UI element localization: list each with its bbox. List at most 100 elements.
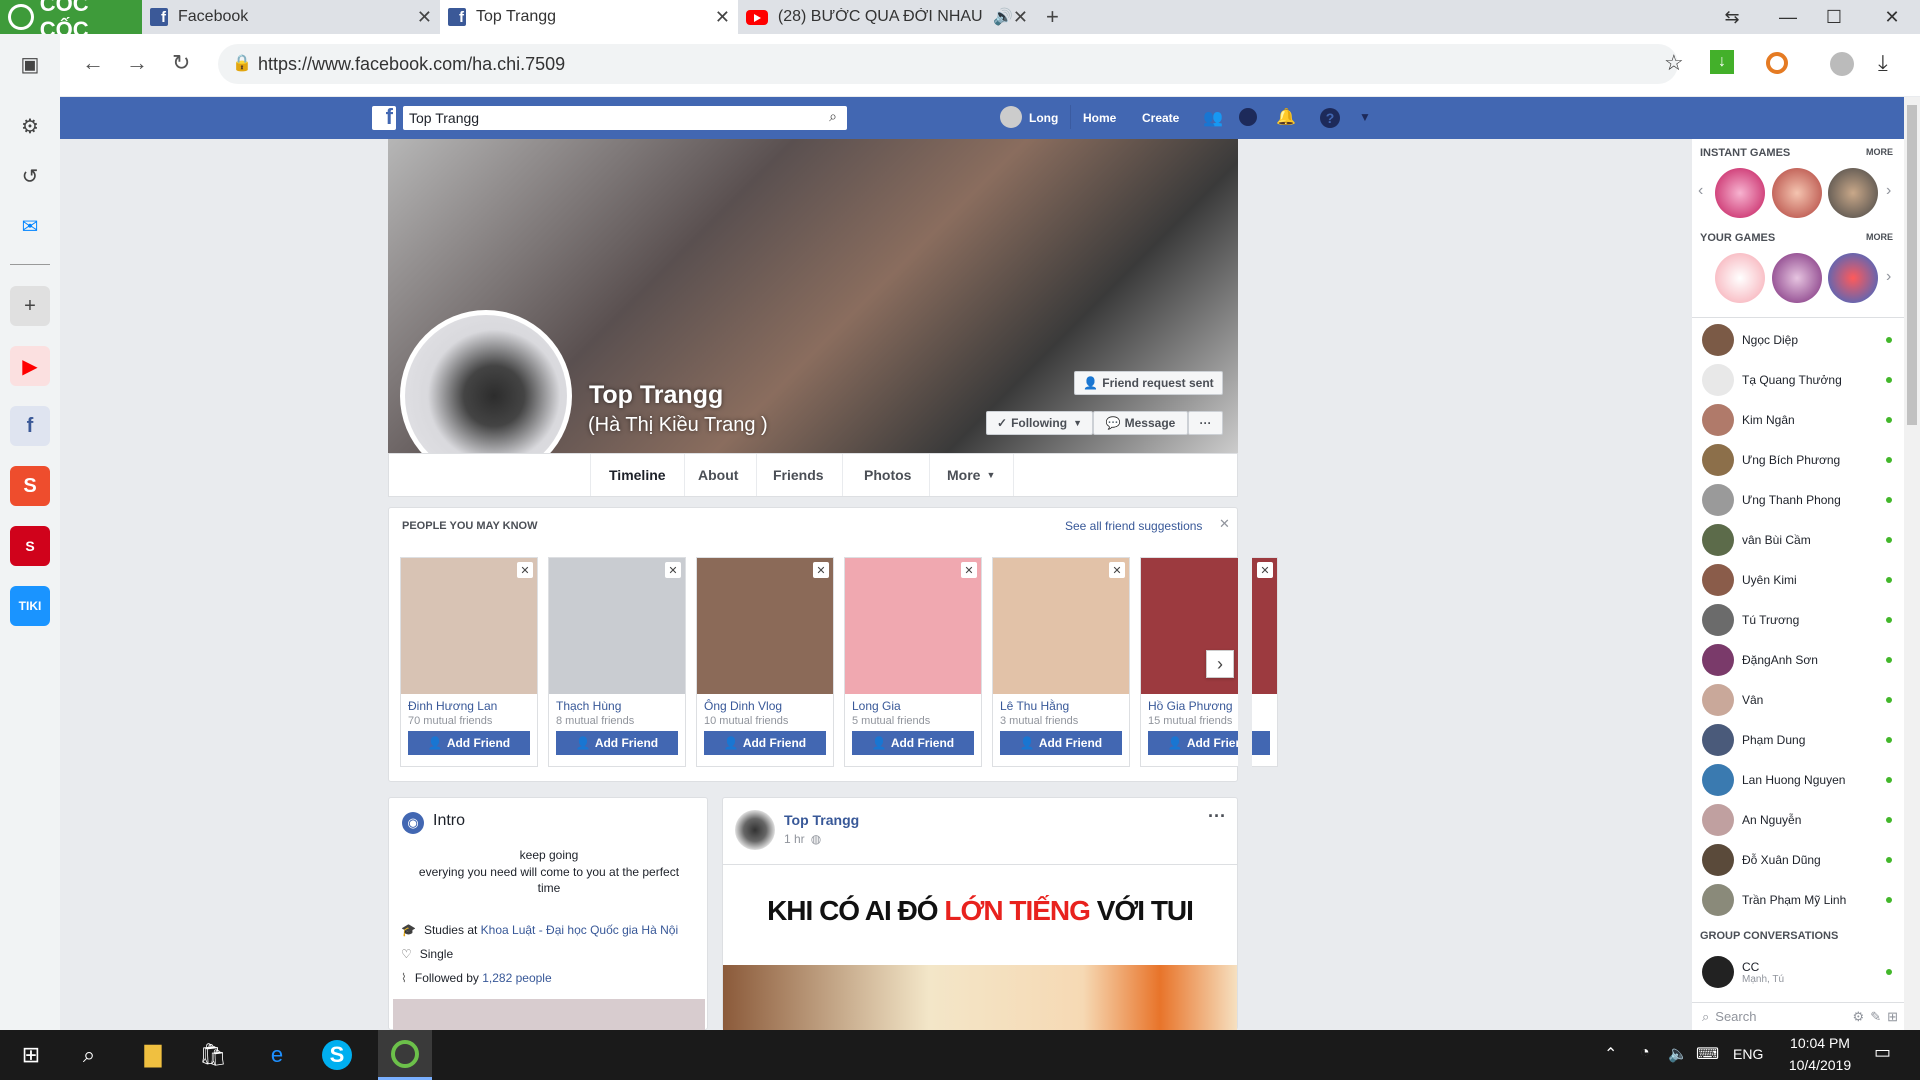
suggestion-name[interactable]: Ông Dinh Vlog [697, 694, 833, 713]
scrollbar-thumb[interactable] [1907, 105, 1917, 425]
friend-requests-icon[interactable]: 👥 [1203, 108, 1223, 128]
intro-photo[interactable] [393, 999, 705, 1031]
see-all-suggestions-link[interactable]: See all friend suggestions [1065, 519, 1202, 533]
facebook-logo-icon[interactable]: f [372, 104, 396, 130]
suggestion-photo[interactable] [549, 558, 685, 694]
post-author-name[interactable]: Top Trangg [784, 812, 859, 828]
coccoc-extension-icon[interactable] [1766, 52, 1788, 74]
instant-game-1[interactable] [1715, 168, 1765, 218]
contact-item[interactable]: Vân [1702, 684, 1892, 716]
following-button[interactable]: ✓ Following ▼ [986, 411, 1093, 435]
contact-item[interactable]: Uyên Kimi [1702, 564, 1892, 596]
add-friend-button[interactable]: 👤 Add Friend [852, 731, 974, 755]
settings-icon[interactable]: ⚙ [10, 106, 50, 146]
gear-icon[interactable]: ⚙ [1853, 1009, 1865, 1025]
close-icon[interactable]: ✕ [961, 562, 977, 578]
mutual-friends[interactable]: 3 mutual friends [993, 713, 1129, 727]
add-friend-button[interactable]: 👤 Add Friend [704, 731, 826, 755]
suggestion-photo[interactable] [697, 558, 833, 694]
instant-game-2[interactable] [1772, 168, 1822, 218]
tray-chevron-icon[interactable]: ⌃ [1604, 1044, 1617, 1064]
coccoc-brand[interactable]: CỐC CỐC [0, 0, 142, 42]
messenger-icon[interactable]: ✉ [10, 206, 50, 246]
close-icon[interactable]: ✕ [813, 562, 829, 578]
followers-link[interactable]: 1,282 people [482, 971, 551, 985]
skype-icon[interactable]: S [322, 1040, 352, 1070]
friend-request-sent-button[interactable]: 👤 Friend request sent [1074, 371, 1223, 395]
mutual-friends[interactable]: 5 mutual friends [845, 713, 981, 727]
add-friend-button[interactable]: 👤 Add Friend [556, 731, 678, 755]
mutual-friends[interactable]: 70 mutual friends [401, 713, 537, 727]
close-icon[interactable]: ✕ [517, 562, 533, 578]
chevron-right-icon[interactable]: › [1886, 268, 1891, 286]
search-icon[interactable]: ⌕ [829, 108, 837, 125]
facebook-search-input[interactable]: Top Trangg ⌕ [403, 106, 847, 130]
youtube-shortcut-icon[interactable]: ▶ [10, 346, 50, 386]
post-options-icon[interactable]: ··· [1208, 806, 1226, 827]
contact-item[interactable]: Ưng Thanh Phong [1702, 484, 1892, 516]
tab-friends[interactable]: Friends [755, 454, 843, 496]
contact-item[interactable]: Lan Huong Nguyen [1702, 764, 1892, 796]
mutual-friends[interactable]: 10 mutual friends [697, 713, 833, 727]
suggestion-photo[interactable] [993, 558, 1129, 694]
download-extension-icon[interactable]: ↓ [1710, 50, 1734, 74]
ime-icon[interactable]: ⌨ [1696, 1044, 1719, 1064]
user-avatar[interactable] [1000, 106, 1022, 128]
user-name-link[interactable]: Long [1029, 111, 1058, 125]
your-game-1[interactable] [1715, 253, 1765, 303]
contact-item[interactable]: Tạ Quang Thưởng [1702, 364, 1892, 396]
contact-item[interactable]: Kim Ngân [1702, 404, 1892, 436]
suggestion-name[interactable]: Long Gia [845, 694, 981, 713]
contact-item[interactable]: Ưng Bích Phương [1702, 444, 1892, 476]
suggestion-photo[interactable] [845, 558, 981, 694]
school-link[interactable]: Khoa Luật - Đại học Quốc gia Hà Nội [481, 923, 678, 937]
notifications-icon[interactable]: ▭ [1874, 1042, 1891, 1063]
suggestion-name[interactable]: Thạch Hùng [549, 694, 685, 713]
help-icon[interactable]: ? [1320, 108, 1340, 128]
instant-game-3[interactable] [1828, 168, 1878, 218]
page-scrollbar[interactable] [1904, 97, 1920, 1030]
close-tab-icon[interactable]: ✕ [715, 7, 730, 28]
next-suggestions-icon[interactable]: › [1206, 650, 1234, 678]
coccoc-taskbar-item[interactable] [378, 1030, 432, 1080]
contact-item[interactable]: Phạm Dung [1702, 724, 1892, 756]
more-options-button[interactable]: ··· [1188, 411, 1223, 435]
address-bar[interactable]: 🔒 https://www.facebook.com/ha.chi.7509 [218, 44, 1678, 84]
chat-search-input[interactable]: ⌕ Search ⚙ ✎ ⊞ [1692, 1002, 1904, 1030]
new-message-icon[interactable]: ✎ [1870, 1009, 1881, 1025]
tab-timeline[interactable]: Timeline [590, 454, 685, 496]
tiki-shortcut-icon[interactable]: TIKI [10, 586, 50, 626]
forward-icon[interactable]: → [126, 50, 148, 76]
new-tab-icon[interactable]: + [1046, 4, 1059, 30]
chevron-left-icon[interactable]: ‹ [1698, 182, 1703, 200]
create-link[interactable]: Create [1142, 111, 1179, 125]
tab-photos[interactable]: Photos [846, 454, 931, 496]
messenger-icon[interactable] [1239, 108, 1257, 126]
group-conversation-item[interactable]: CC Mạnh, Tú [1702, 956, 1892, 988]
store-icon[interactable]: 🛍 [196, 1038, 230, 1072]
language-indicator[interactable]: ENG [1733, 1046, 1763, 1062]
account-menu-icon[interactable]: ▼ [1359, 110, 1371, 124]
contact-item[interactable]: Trần Phạm Mỹ Linh [1702, 884, 1892, 916]
tab-about[interactable]: About [680, 454, 758, 496]
contact-item[interactable]: ĐặngAnh Sơn [1702, 644, 1892, 676]
chevron-right-icon[interactable]: › [1886, 182, 1891, 200]
contact-item[interactable]: Tú Trương [1702, 604, 1892, 636]
clock-time[interactable]: 10:04 PM [1770, 1035, 1870, 1051]
edge-icon[interactable]: e [260, 1038, 294, 1072]
volume-icon[interactable]: 🔈 [1668, 1044, 1688, 1064]
restore-tabs-icon[interactable]: ⇆ [1704, 0, 1760, 34]
contact-item[interactable]: vân Bùi Cầm [1702, 524, 1892, 556]
suggestion-name[interactable]: Lê Thu Hằng [993, 694, 1129, 713]
tab-youtube[interactable]: (28) BƯỚC QUA ĐỜI NHAU - L 🔊 ✕ [738, 0, 1036, 34]
profile-avatar-icon[interactable] [1830, 52, 1854, 76]
file-explorer-icon[interactable]: ▇ [136, 1038, 170, 1072]
search-icon[interactable]: ⌕ [72, 1038, 106, 1072]
tab-more[interactable]: More ▼ [929, 454, 1015, 496]
profile-name[interactable]: Top Trangg [589, 381, 723, 410]
mutual-friends[interactable]: 8 mutual friends [549, 713, 685, 727]
notifications-icon[interactable]: 🔔 [1276, 107, 1296, 127]
tab-facebook[interactable]: f Facebook ✕ [142, 0, 440, 34]
facebook-shortcut-icon[interactable]: f [10, 406, 50, 446]
group-icon[interactable]: ⊞ [1887, 1009, 1898, 1025]
